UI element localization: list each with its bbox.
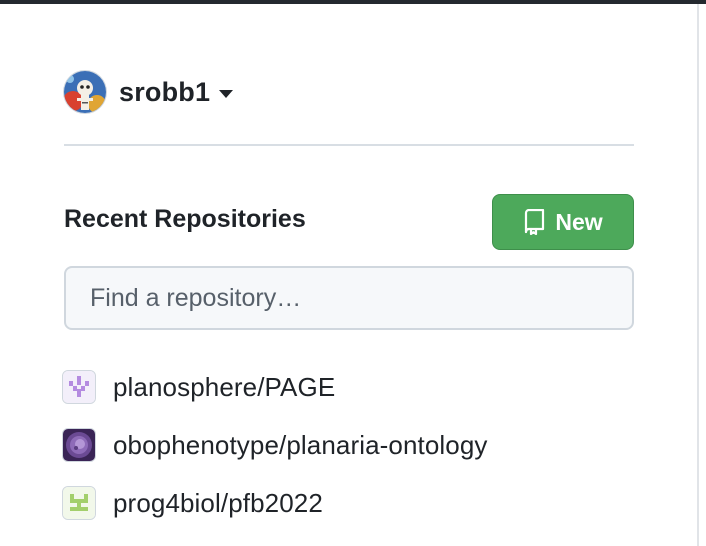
user-context-switcher[interactable]: srobb1 — [64, 70, 234, 114]
repository-list: planosphere/PAGE obophenotype/planaria-o… — [62, 358, 488, 532]
repo-list-item[interactable]: planosphere/PAGE — [62, 358, 488, 416]
repo-name: prog4biol/pfb2022 — [113, 487, 323, 518]
repo-list-item[interactable]: prog4biol/pfb2022 — [62, 474, 488, 532]
repo-name: planosphere/PAGE — [113, 371, 336, 402]
repo-identicon-icon — [62, 370, 96, 404]
top-header-bar — [0, 0, 706, 4]
new-button-label: New — [555, 208, 603, 235]
repo-list-item[interactable]: obophenotype/planaria-ontology — [62, 416, 488, 474]
repo-identicon-icon — [62, 486, 96, 520]
recent-repositories-heading: Recent Repositories — [64, 205, 306, 233]
username: srobb1 — [119, 76, 211, 107]
user-avatar — [64, 71, 106, 113]
caret-down-icon — [219, 89, 234, 98]
repo-icon — [523, 209, 545, 235]
repo-name: obophenotype/planaria-ontology — [113, 429, 488, 460]
new-repository-button[interactable]: New — [492, 194, 634, 250]
find-repository-input[interactable] — [64, 266, 634, 330]
content-right-border — [697, 4, 699, 546]
org-avatar-icon — [62, 428, 96, 462]
divider — [64, 144, 634, 146]
